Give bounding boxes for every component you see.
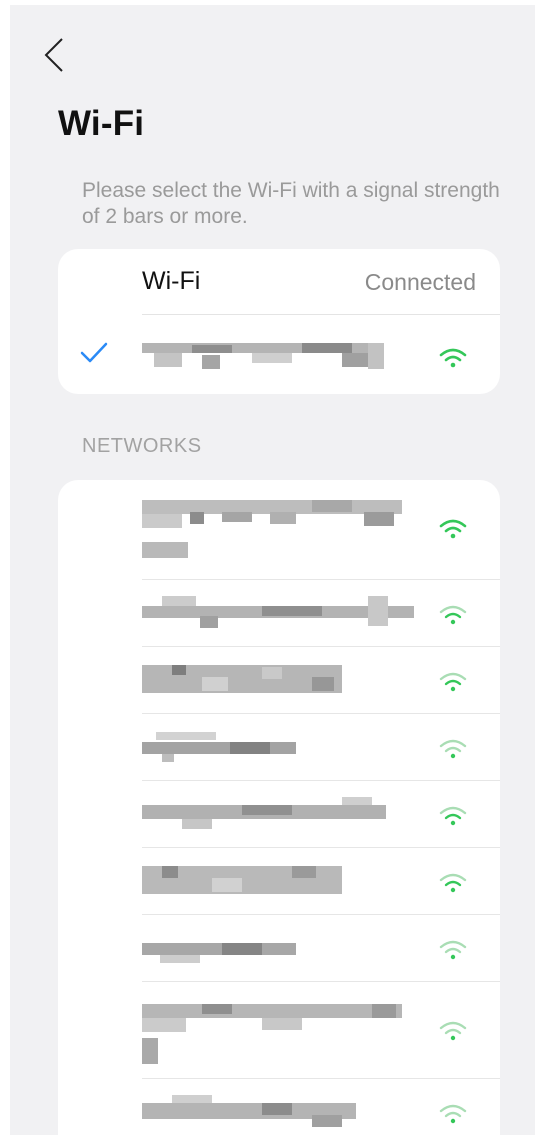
network-name-redacted (142, 500, 402, 558)
wifi-signal-weak-icon (439, 739, 467, 759)
network-row[interactable] (58, 781, 500, 848)
network-name-redacted (142, 797, 386, 829)
network-row[interactable] (58, 480, 500, 580)
network-name-redacted (142, 343, 384, 369)
network-row[interactable] (58, 714, 500, 781)
network-name-redacted (142, 866, 342, 894)
wifi-signal-weak-icon (439, 1104, 467, 1124)
network-name-redacted (142, 943, 296, 963)
network-row[interactable] (58, 580, 500, 647)
network-row[interactable] (58, 647, 500, 714)
network-name-redacted (142, 596, 414, 628)
wifi-section-title: Wi-Fi (142, 267, 201, 295)
divider (142, 314, 500, 315)
wifi-settings-screen: Wi-Fi Please select the Wi-Fi with a sig… (10, 5, 535, 1135)
connection-status: Connected (364, 269, 476, 295)
network-name-redacted (142, 665, 342, 693)
current-network-header: Wi-Fi Connected (58, 249, 500, 314)
wifi-signal-weak-icon (439, 806, 467, 826)
wifi-signal-weak-icon (439, 605, 467, 625)
wifi-signal-weak-icon (439, 672, 467, 692)
network-row[interactable] (58, 982, 500, 1079)
networks-section-label: NETWORKS (82, 435, 202, 457)
wifi-signal-strong-icon (439, 519, 467, 539)
signal-hint-text: Please select the Wi-Fi with a signal st… (82, 179, 500, 228)
wifi-signal-weak-icon (439, 873, 467, 893)
wifi-signal-weak-icon (439, 1021, 467, 1041)
chevron-left-icon (44, 38, 63, 72)
wifi-signal-icon (439, 348, 467, 368)
available-networks-list (58, 480, 500, 1135)
wifi-signal-weak-icon (439, 940, 467, 960)
network-name-redacted (142, 1004, 402, 1064)
current-network-card: Wi-Fi Connected (58, 249, 500, 394)
checkmark-icon (80, 342, 108, 363)
back-button[interactable] (40, 35, 70, 75)
network-row[interactable] (58, 1079, 500, 1135)
network-row[interactable] (58, 915, 500, 982)
page-title: Wi-Fi (58, 104, 145, 143)
network-name-redacted (142, 732, 296, 762)
network-name-redacted (142, 1095, 356, 1127)
network-row[interactable] (58, 848, 500, 915)
